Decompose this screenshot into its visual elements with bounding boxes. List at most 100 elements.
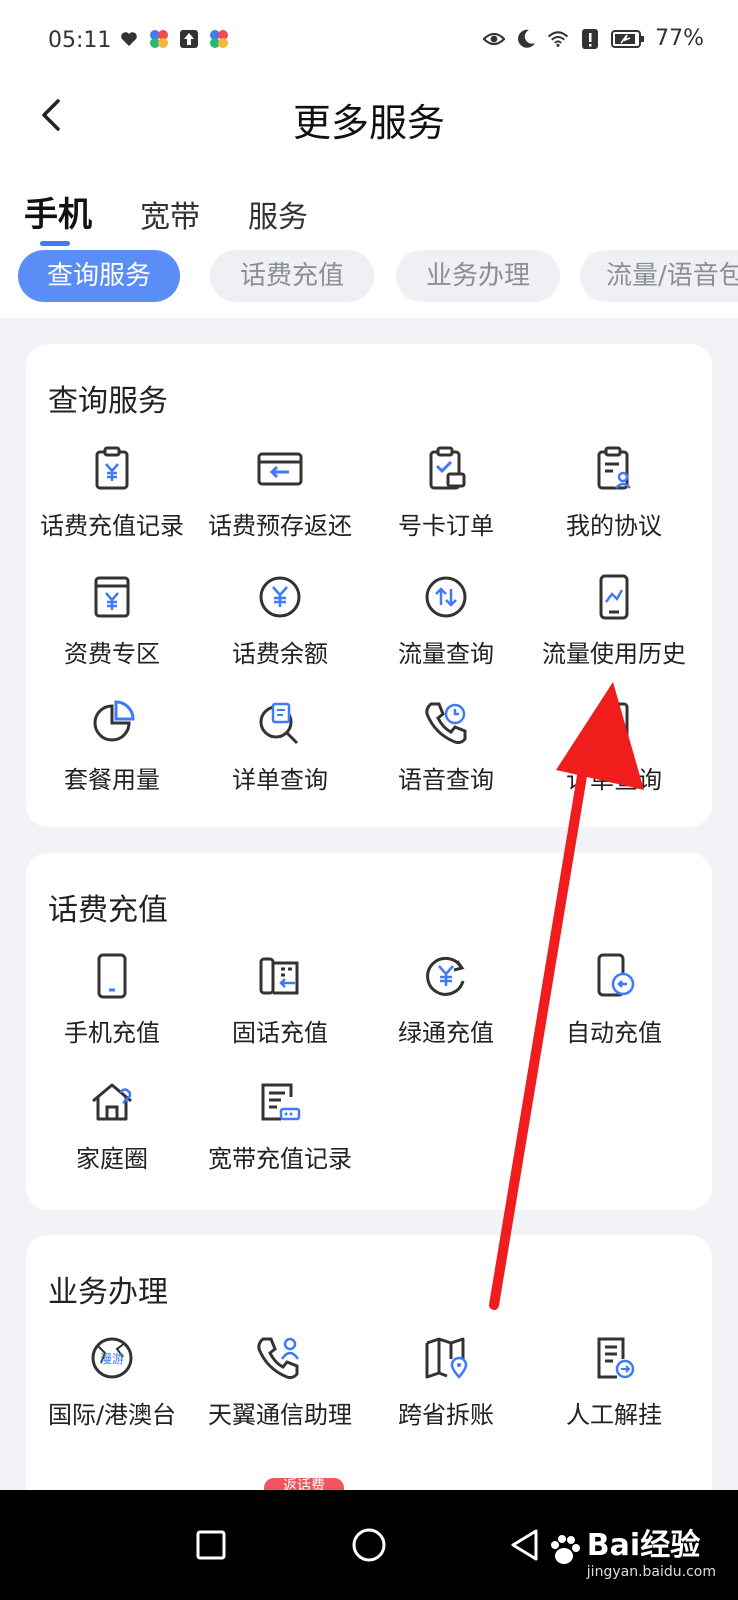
heart-shield-icon bbox=[118, 28, 140, 50]
item-my-agreement[interactable]: 我的协议 bbox=[528, 444, 700, 541]
item-label: 国际/港澳台 bbox=[47, 1401, 177, 1429]
battery-percent: 77% bbox=[655, 26, 704, 51]
category-chips: 查询服务 话费充值 业务办理 流量/语音包 bbox=[0, 248, 738, 304]
order-doc-icon bbox=[599, 702, 629, 742]
item-green-recharge[interactable]: 绿通充值 bbox=[360, 951, 532, 1048]
item-mobile-recharge[interactable]: 手机充值 bbox=[26, 951, 198, 1048]
item-auto-recharge[interactable]: 自动充值 bbox=[528, 951, 700, 1048]
app-pinwheel-icon bbox=[148, 28, 170, 50]
upload-icon bbox=[178, 28, 200, 50]
section-title-query: 查询服务 bbox=[48, 384, 168, 419]
section-title-business: 业务办理 bbox=[48, 1275, 168, 1310]
item-cross-province[interactable]: 跨省拆账 bbox=[360, 1333, 532, 1430]
item-prestore-return[interactable]: 话费预存返还 bbox=[194, 444, 366, 541]
tariff-book-icon bbox=[94, 576, 130, 618]
item-label: 号卡订单 bbox=[398, 512, 494, 540]
square-icon bbox=[196, 1530, 226, 1560]
chip-data-voice-pack[interactable]: 流量/语音包 bbox=[580, 250, 738, 302]
tab-mobile[interactable]: 手机 bbox=[24, 187, 92, 246]
card-business: 业务办理 漫游 国际/港澳台 天翼通信助理 跨省拆账 人工解挂 bbox=[26, 1235, 712, 1490]
item-label: 自动充值 bbox=[566, 1019, 662, 1047]
app-pinwheel-icon-2 bbox=[208, 28, 230, 50]
status-time: 05:11 bbox=[48, 28, 112, 53]
item-label: 手机充值 bbox=[64, 1019, 160, 1047]
item-detail-query[interactable]: 详单查询 bbox=[194, 698, 366, 795]
phone-clock-icon bbox=[425, 702, 467, 745]
triangle-back-icon bbox=[511, 1529, 538, 1561]
item-recharge-record[interactable]: 话费充值记录 bbox=[26, 444, 198, 541]
item-label: 固话充值 bbox=[232, 1019, 328, 1047]
item-label: 话费充值记录 bbox=[40, 512, 184, 540]
search-doc-icon bbox=[259, 702, 299, 745]
page-title: 更多服务 bbox=[292, 101, 445, 145]
section-title-recharge: 话费充值 bbox=[48, 893, 168, 928]
yuan-refresh-icon bbox=[426, 956, 465, 996]
item-label: 语音查询 bbox=[398, 766, 494, 794]
phone-refresh-icon bbox=[597, 953, 635, 997]
navigation-bar: 更多服务 bbox=[0, 84, 738, 152]
roaming-globe-icon: 漫游 bbox=[91, 1337, 133, 1379]
phone-user-icon bbox=[257, 1337, 300, 1380]
item-label: 人工解挂 bbox=[566, 1401, 662, 1429]
recent-apps-button[interactable] bbox=[186, 1520, 236, 1570]
yuan-circle-icon bbox=[259, 576, 301, 618]
item-data-history[interactable]: 流量使用历史 bbox=[528, 572, 700, 669]
landline-icon bbox=[259, 957, 299, 995]
chip-bill-recharge[interactable]: 话费充值 bbox=[210, 250, 374, 302]
item-order-query[interactable]: 订单查询 bbox=[528, 698, 700, 795]
item-voice-query[interactable]: 语音查询 bbox=[360, 698, 532, 795]
status-bar: 05:11 77% bbox=[0, 0, 738, 84]
phone-chart-icon bbox=[599, 574, 629, 620]
top-tabs: 手机 宽带 服务 bbox=[24, 176, 356, 246]
system-back-button[interactable] bbox=[500, 1520, 550, 1570]
moon-icon bbox=[515, 28, 537, 50]
wifi-icon bbox=[547, 28, 569, 50]
paw-icon bbox=[550, 1535, 580, 1564]
system-navigation-bar: Bai经验 jingyan.baidu.com bbox=[0, 1490, 738, 1600]
item-number-card-order[interactable]: 号卡订单 bbox=[360, 444, 532, 541]
roaming-text: 漫游 bbox=[100, 1352, 124, 1366]
receipt-yuan-icon bbox=[95, 446, 129, 490]
item-label: 家庭圈 bbox=[76, 1145, 148, 1173]
item-tariff-zone[interactable]: 资费专区 bbox=[26, 572, 198, 669]
eye-icon bbox=[483, 28, 506, 50]
home-heart-icon bbox=[92, 1083, 132, 1121]
item-label: 资费专区 bbox=[64, 640, 160, 668]
pie-chart-icon bbox=[93, 700, 135, 742]
item-manual-unlock[interactable]: 人工解挂 bbox=[528, 1333, 700, 1430]
card-bill-recharge: 话费充值 手机充值 固话充值 绿通充值 自动充值 家庭圈 宽带充值记录 bbox=[26, 853, 712, 1210]
alert-icon bbox=[579, 28, 601, 50]
item-label: 订单查询 bbox=[566, 766, 662, 794]
item-plan-usage[interactable]: 套餐用量 bbox=[26, 698, 198, 795]
item-label: 套餐用量 bbox=[64, 766, 160, 794]
status-notification-icons bbox=[118, 28, 230, 50]
item-label: 跨省拆账 bbox=[398, 1401, 494, 1429]
home-button[interactable] bbox=[344, 1520, 394, 1570]
chip-query-service[interactable]: 查询服务 bbox=[18, 250, 180, 302]
item-data-query[interactable]: 流量查询 bbox=[360, 572, 532, 669]
item-international-roaming[interactable]: 漫游 国际/港澳台 bbox=[26, 1333, 198, 1430]
clipboard-user-icon bbox=[597, 446, 631, 490]
item-label: 宽带充值记录 bbox=[208, 1145, 352, 1173]
item-landline-recharge[interactable]: 固话充值 bbox=[194, 951, 366, 1048]
item-broadband-recharge-record[interactable]: 宽带充值记录 bbox=[194, 1077, 366, 1174]
tab-service[interactable]: 服务 bbox=[248, 192, 308, 236]
battery-icon bbox=[611, 28, 645, 50]
item-label: 话费余额 bbox=[232, 640, 328, 668]
tab-broadband[interactable]: 宽带 bbox=[140, 192, 200, 236]
item-telecom-assistant[interactable]: 天翼通信助理 bbox=[194, 1333, 366, 1430]
card-query-service: 查询服务 话费充值记录 话费预存返还 号卡订单 我的协议 资费专区 话费余额 流… bbox=[26, 344, 712, 827]
content-area: 查询服务 话费充值记录 话费预存返还 号卡订单 我的协议 资费专区 话费余额 流… bbox=[0, 318, 738, 1490]
baidu-jingyan-watermark: Bai经验 jingyan.baidu.com bbox=[547, 1520, 716, 1580]
item-label: 流量使用历史 bbox=[542, 640, 686, 668]
circle-icon bbox=[352, 1528, 386, 1562]
item-balance[interactable]: 话费余额 bbox=[194, 572, 366, 669]
card-return-icon bbox=[257, 452, 303, 486]
chip-business[interactable]: 业务办理 bbox=[396, 250, 560, 302]
item-label: 详单查询 bbox=[232, 766, 328, 794]
item-label: 话费预存返还 bbox=[208, 512, 352, 540]
item-family-circle[interactable]: 家庭圈 bbox=[26, 1077, 198, 1174]
data-updown-icon bbox=[425, 576, 467, 618]
item-label: 流量查询 bbox=[398, 640, 494, 668]
item-label: 天翼通信助理 bbox=[208, 1401, 352, 1429]
